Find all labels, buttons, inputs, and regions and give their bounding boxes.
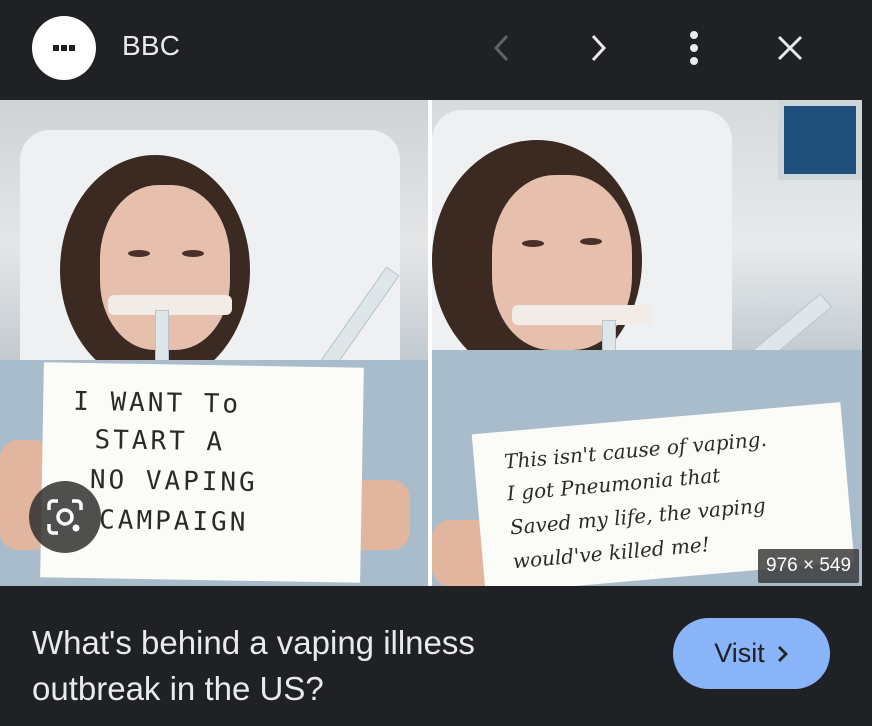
visit-button-label: Visit bbox=[714, 638, 765, 668]
sign-line: START A bbox=[94, 425, 226, 458]
site-logo[interactable] bbox=[32, 16, 96, 80]
next-button[interactable] bbox=[574, 24, 622, 72]
more-dots-icon bbox=[53, 45, 75, 51]
sign-line: This isn't cause of vaping. bbox=[503, 426, 768, 474]
sign-line: NO VAPING bbox=[89, 465, 258, 498]
carousel-indicator bbox=[640, 573, 663, 578]
image-dimensions-badge: 976 × 549 bbox=[758, 549, 860, 583]
close-icon bbox=[777, 35, 803, 61]
eye bbox=[522, 240, 544, 247]
viewer-header: BBC bbox=[0, 0, 872, 100]
left-sign: I WANT To START A NO VAPING CAMPAIGN bbox=[40, 362, 364, 583]
image-caption[interactable]: What's behind a vaping illness outbreak … bbox=[32, 620, 592, 712]
chevron-right-icon bbox=[777, 645, 788, 662]
monitor bbox=[778, 100, 862, 180]
more-options-button[interactable] bbox=[670, 24, 718, 72]
eye bbox=[128, 250, 150, 257]
chevron-left-icon bbox=[493, 34, 509, 62]
eye bbox=[580, 238, 602, 245]
preview-image[interactable]: I WANT To START A NO VAPING CAMPAIGN Thi… bbox=[0, 100, 862, 586]
eye bbox=[182, 250, 204, 257]
mouthpiece bbox=[108, 295, 232, 315]
sign-line: would've killed me! bbox=[511, 532, 711, 574]
visit-button[interactable]: Visit bbox=[673, 618, 830, 689]
visual-search-button[interactable] bbox=[29, 481, 101, 553]
carousel-dot[interactable] bbox=[640, 573, 645, 578]
mouthpiece bbox=[512, 305, 652, 325]
sign-line: CAMPAIGN bbox=[98, 505, 249, 538]
more-vertical-icon bbox=[690, 31, 698, 65]
close-button[interactable] bbox=[766, 24, 814, 72]
carousel-dot-active[interactable] bbox=[649, 573, 654, 578]
sign-line: I WANT To bbox=[72, 386, 242, 420]
site-name[interactable]: BBC bbox=[122, 30, 180, 62]
visual-search-icon bbox=[47, 499, 83, 535]
carousel-dot[interactable] bbox=[658, 573, 663, 578]
chevron-right-icon bbox=[591, 34, 607, 62]
previous-button[interactable] bbox=[478, 24, 526, 72]
